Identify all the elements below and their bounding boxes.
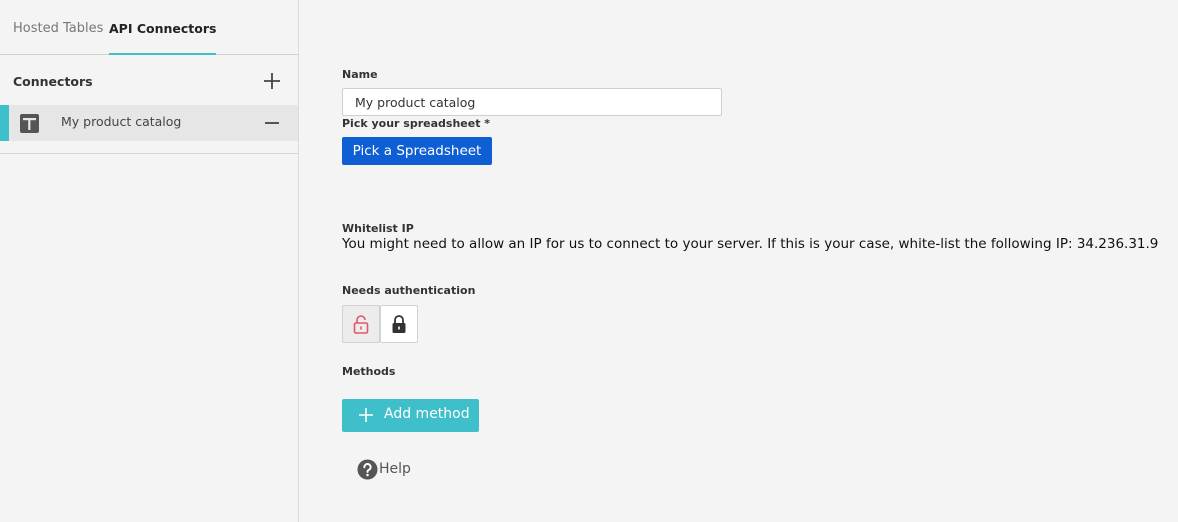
auth-on-button[interactable] [380,305,418,343]
sidebar-tabs: Hosted Tables API Connectors [0,0,298,55]
plus-icon [359,408,373,422]
auth-toggle [342,305,419,344]
methods-label: Methods [342,365,396,378]
auth-label: Needs authentication [342,284,476,297]
question-circle-icon [357,459,378,480]
whitelist-ip-text: You might need to allow an IP for us to … [342,236,1159,252]
help-label: Help [379,461,411,477]
tab-api-connectors[interactable]: API Connectors [109,0,217,55]
add-method-button[interactable]: Add method [342,399,479,432]
connector-form: Name Pick your spreadsheet * Pick a Spre… [342,0,1162,522]
connectors-header: Connectors [0,55,298,105]
connectors-title: Connectors [13,74,93,89]
divider [0,153,298,154]
spreadsheet-label: Pick your spreadsheet * [342,117,491,130]
unlock-icon [353,314,369,334]
pick-spreadsheet-button[interactable]: Pick a Spreadsheet [342,137,492,165]
auth-off-button[interactable] [342,305,380,343]
connector-item-my-product-catalog[interactable]: My product catalog [0,105,298,141]
name-label: Name [342,68,378,81]
minus-icon[interactable] [264,117,280,129]
add-method-label: Add method [384,406,470,422]
sidebar: Hosted Tables API Connectors Connectors … [0,0,299,522]
tab-hosted-tables[interactable]: Hosted Tables [13,0,103,54]
whitelist-ip-label: Whitelist IP [342,222,414,235]
plus-icon[interactable] [263,72,281,90]
table-icon [20,114,39,133]
connector-item-label: My product catalog [61,114,182,129]
lock-icon [392,314,406,333]
selected-indicator [0,105,9,141]
name-input[interactable] [342,88,722,116]
